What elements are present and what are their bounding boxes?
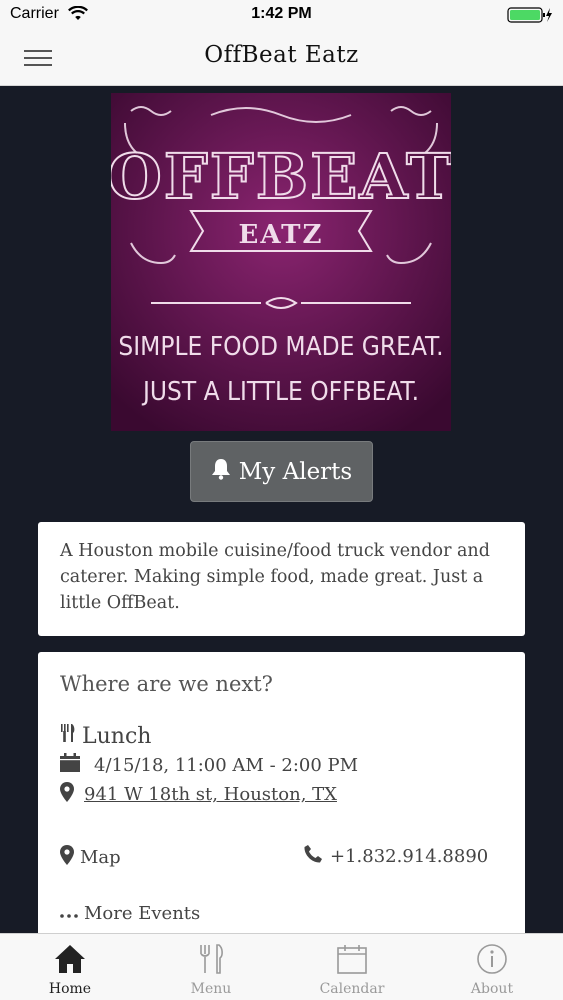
more-events-label: More Events <box>84 903 201 924</box>
event-address-link[interactable]: 941 W 18th st, Houston, TX <box>84 784 337 805</box>
event-datetime: 4/15/18, 11:00 AM - 2:00 PM <box>94 754 359 776</box>
logo-tagline-2: JUST A LITTLE OFFBEAT. <box>141 377 419 407</box>
my-alerts-label: My Alerts <box>238 458 353 485</box>
tab-home[interactable]: Home <box>0 934 140 1000</box>
event-type: Lunch <box>82 723 152 749</box>
my-alerts-button[interactable]: My Alerts <box>190 441 373 502</box>
app-title: OffBeat Eatz <box>204 42 359 68</box>
status-bar: Carrier 1:42 PM <box>0 0 563 30</box>
tab-about[interactable]: About <box>422 934 562 1000</box>
navigation-bar: OffBeat Eatz <box>0 30 563 86</box>
logo-wordmark: OFFBEAT <box>111 140 451 213</box>
tab-menu[interactable]: Menu <box>141 934 281 1000</box>
business-description: A Houston mobile cuisine/food truck vend… <box>60 541 490 613</box>
fork-knife-icon <box>200 944 223 974</box>
tab-calendar[interactable]: Calendar <box>282 934 422 1000</box>
next-event-heading: Where are we next? <box>60 672 273 696</box>
tab-about-label: About <box>470 981 514 997</box>
more-events-button[interactable]: More Events <box>60 903 200 924</box>
brand-logo-image: OFFBEAT EATZ SIMPLE FOOD MADE GREAT. JUS… <box>107 93 453 431</box>
map-label: Map <box>80 847 121 868</box>
home-icon <box>55 945 85 973</box>
map-pin-icon <box>60 845 74 870</box>
bell-icon <box>211 458 231 486</box>
ellipsis-icon <box>60 903 78 924</box>
logo-tagline-1: SIMPLE FOOD MADE GREAT. <box>118 332 443 362</box>
map-pin-icon <box>60 782 74 807</box>
event-type-row: Lunch <box>60 723 151 749</box>
clock: 1:42 PM <box>251 5 312 22</box>
calendar-icon <box>60 753 80 777</box>
logo-banner-text: EATZ <box>239 220 324 250</box>
home-content[interactable]: OFFBEAT EATZ SIMPLE FOOD MADE GREAT. JUS… <box>0 87 563 933</box>
phone-button[interactable]: +1.832.914.8890 <box>304 845 488 868</box>
battery-icon <box>507 6 553 29</box>
event-address-row[interactable]: 941 W 18th st, Houston, TX <box>60 782 337 807</box>
tab-menu-label: Menu <box>190 981 232 997</box>
calendar-icon <box>337 945 367 974</box>
tab-home-label: Home <box>48 981 92 997</box>
utensils-icon <box>60 723 76 749</box>
next-event-card: Where are we next? Lunch 4/15/18, 11:00 … <box>38 652 525 933</box>
info-icon <box>477 944 507 974</box>
event-datetime-row: 4/15/18, 11:00 AM - 2:00 PM <box>60 753 358 777</box>
tab-bar: Home Menu Calendar About <box>0 933 563 1000</box>
map-button[interactable]: Map <box>60 845 121 870</box>
tab-calendar-label: Calendar <box>319 981 385 997</box>
phone-number: +1.832.914.8890 <box>330 846 489 867</box>
phone-icon <box>304 845 322 868</box>
description-card: A Houston mobile cuisine/food truck vend… <box>38 522 525 636</box>
